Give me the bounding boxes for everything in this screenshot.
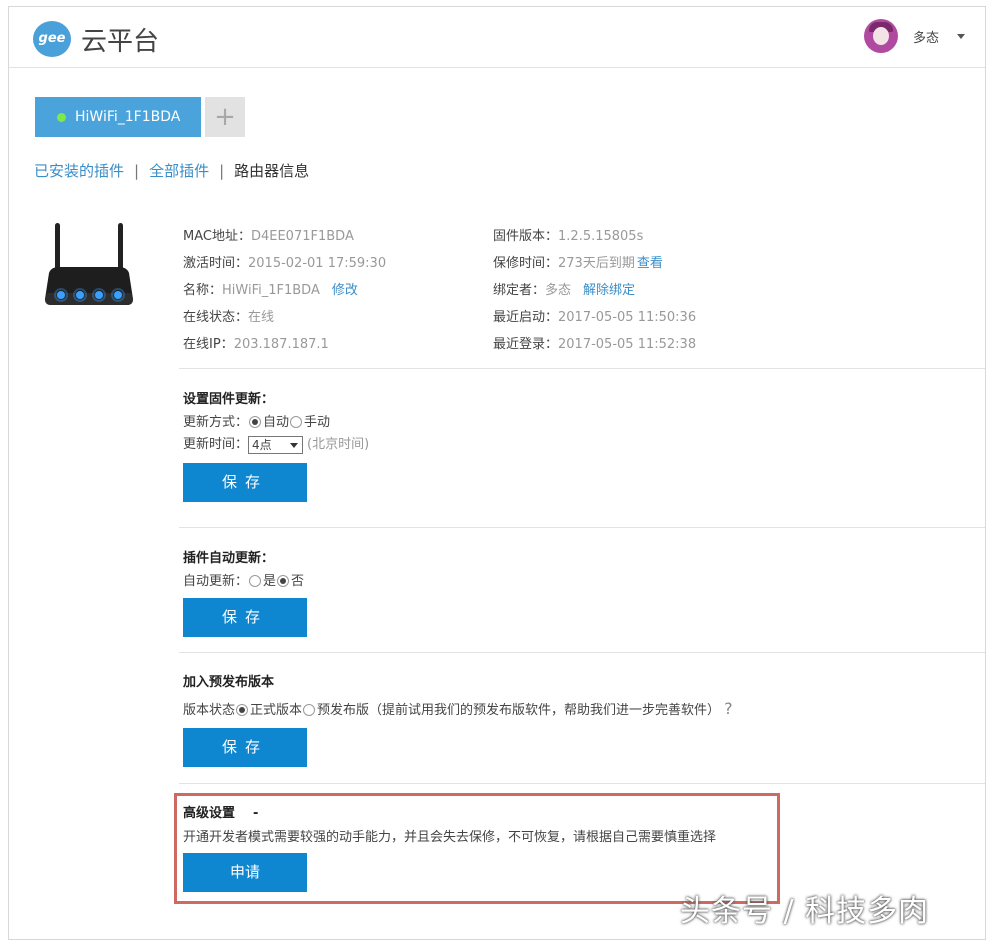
plugin-update-title: 插件自动更新： (183, 547, 274, 566)
activation-row: 激活时间：2015-02-01 17:59:30 (183, 252, 386, 271)
manual-mode-radio[interactable] (290, 416, 302, 428)
prerelease-title: 加入预发布版本 (183, 671, 274, 690)
section-divider (179, 368, 986, 369)
auto-mode-radio[interactable] (249, 416, 261, 428)
edit-name-link[interactable]: 修改 (332, 283, 358, 298)
router-tab[interactable]: HiWiFi_1F1BDA (35, 97, 201, 137)
update-time-row: 更新时间：4点 (北京时间) (183, 433, 369, 454)
name-label: 名称： (183, 283, 222, 298)
online-ip-label: 在线IP： (183, 337, 234, 352)
official-version-radio[interactable] (236, 704, 248, 716)
unbind-link[interactable]: 解除绑定 (583, 283, 635, 298)
gee-logo-icon[interactable]: gee (33, 21, 71, 57)
save-firmware-update-button[interactable]: 保存 (183, 463, 307, 502)
advanced-collapse-toggle[interactable]: - (253, 806, 258, 821)
mac-label: MAC地址： (183, 229, 251, 244)
username[interactable]: 多态 (913, 27, 939, 46)
section-divider (179, 783, 986, 784)
warranty-row: 保修时间：273天后到期查看 (493, 252, 663, 271)
nav-separator: | (219, 162, 224, 180)
binder-row: 绑定者：多态解除绑定 (493, 279, 635, 298)
auto-update-yes-label[interactable]: 是 (263, 574, 276, 589)
update-time-label: 更新时间： (183, 437, 248, 452)
binder-label: 绑定者： (493, 283, 545, 298)
router-info-tab[interactable]: 路由器信息 (234, 162, 309, 180)
last-login-label: 最近登录： (493, 337, 558, 352)
official-version-label[interactable]: 正式版本 (250, 703, 302, 718)
manual-mode-label[interactable]: 手动 (304, 415, 330, 430)
top-header: gee 云平台 多态 (9, 7, 985, 68)
save-prerelease-button[interactable]: 保存 (183, 728, 307, 767)
last-boot-label: 最近启动： (493, 310, 558, 325)
section-divider (179, 652, 986, 653)
version-status-row: 版本状态正式版本预发布版（提前试用我们的预发布版软件，帮助我们进一步完善软件）? (183, 699, 733, 718)
prerelease-description: （提前试用我们的预发布版软件，帮助我们进一步完善软件） (369, 703, 720, 718)
binder-value: 多态 (545, 283, 571, 298)
prerelease-version-label[interactable]: 预发布版 (317, 703, 369, 718)
online-status-value: 在线 (248, 310, 274, 325)
select-arrow-icon (290, 443, 298, 448)
router-tab-label: HiWiFi_1F1BDA (75, 109, 180, 125)
help-icon[interactable]: ? (724, 699, 733, 718)
firmware-value: 1.2.5.15805s (558, 229, 643, 244)
installed-plugins-link[interactable]: 已安装的插件 (34, 162, 124, 180)
warranty-value: 273天后到期 (558, 256, 635, 271)
activation-label: 激活时间： (183, 256, 248, 271)
advanced-title-row: 高级设置 - (183, 802, 258, 821)
auto-update-label: 自动更新： (183, 574, 248, 589)
apply-developer-mode-button[interactable]: 申请 (183, 853, 307, 892)
watermark-text: 头条号 / 科技多肉 (680, 886, 929, 930)
activation-value: 2015-02-01 17:59:30 (248, 256, 386, 271)
router-device-icon (41, 219, 137, 315)
app-window: gee 云平台 多态 HiWiFi_1F1BDA + 已安装的插件 | 全部插件 | 路… (8, 6, 986, 940)
last-boot-value: 2017-05-05 11:50:36 (558, 310, 696, 325)
mac-row: MAC地址：D4EE071F1BDA (183, 225, 354, 244)
last-login-row: 最近登录：2017-05-05 11:52:38 (493, 333, 696, 352)
update-time-select[interactable]: 4点 (248, 436, 303, 454)
sub-navigation: 已安装的插件 | 全部插件 | 路由器信息 (34, 160, 309, 181)
name-value: HiWiFi_1F1BDA (222, 283, 320, 298)
online-status-row: 在线状态：在线 (183, 306, 274, 325)
time-zone-hint: (北京时间) (307, 437, 369, 452)
logo-title[interactable]: 云平台 (81, 21, 159, 58)
mac-value: D4EE071F1BDA (251, 229, 354, 244)
online-ip-row: 在线IP：203.187.187.1 (183, 333, 329, 352)
firmware-label: 固件版本： (493, 229, 558, 244)
online-status-label: 在线状态： (183, 310, 248, 325)
warranty-label: 保修时间： (493, 256, 558, 271)
auto-update-no-label[interactable]: 否 (291, 574, 304, 589)
view-warranty-link[interactable]: 查看 (637, 256, 663, 271)
advanced-warning: 开通开发者模式需要较强的动手能力，并且会失去保修，不可恢复，请根据自己需要慎重选… (183, 826, 716, 845)
dropdown-caret-icon[interactable] (957, 34, 965, 39)
firmware-update-title: 设置固件更新： (183, 388, 274, 407)
firmware-row: 固件版本：1.2.5.15805s (493, 225, 643, 244)
name-row: 名称：HiWiFi_1F1BDA 修改 (183, 279, 358, 298)
all-plugins-link[interactable]: 全部插件 (149, 162, 209, 180)
prerelease-version-radio[interactable] (303, 704, 315, 716)
save-plugin-update-button[interactable]: 保存 (183, 598, 307, 637)
user-avatar-icon[interactable] (864, 19, 898, 53)
online-dot-icon (57, 113, 66, 122)
last-login-value: 2017-05-05 11:52:38 (558, 337, 696, 352)
update-mode-row: 更新方式： 自动手动 (183, 411, 330, 430)
section-divider (179, 527, 986, 528)
online-ip-value: 203.187.187.1 (234, 337, 329, 352)
auto-update-row: 自动更新： 是否 (183, 570, 304, 589)
auto-mode-label[interactable]: 自动 (263, 415, 289, 430)
last-boot-row: 最近启动：2017-05-05 11:50:36 (493, 306, 696, 325)
auto-update-no-radio[interactable] (277, 575, 289, 587)
advanced-title: 高级设置 (183, 806, 235, 821)
update-mode-label: 更新方式： (183, 415, 248, 430)
auto-update-yes-radio[interactable] (249, 575, 261, 587)
version-status-label: 版本状态 (183, 703, 235, 718)
nav-separator: | (134, 162, 139, 180)
add-router-button[interactable]: + (205, 97, 245, 137)
